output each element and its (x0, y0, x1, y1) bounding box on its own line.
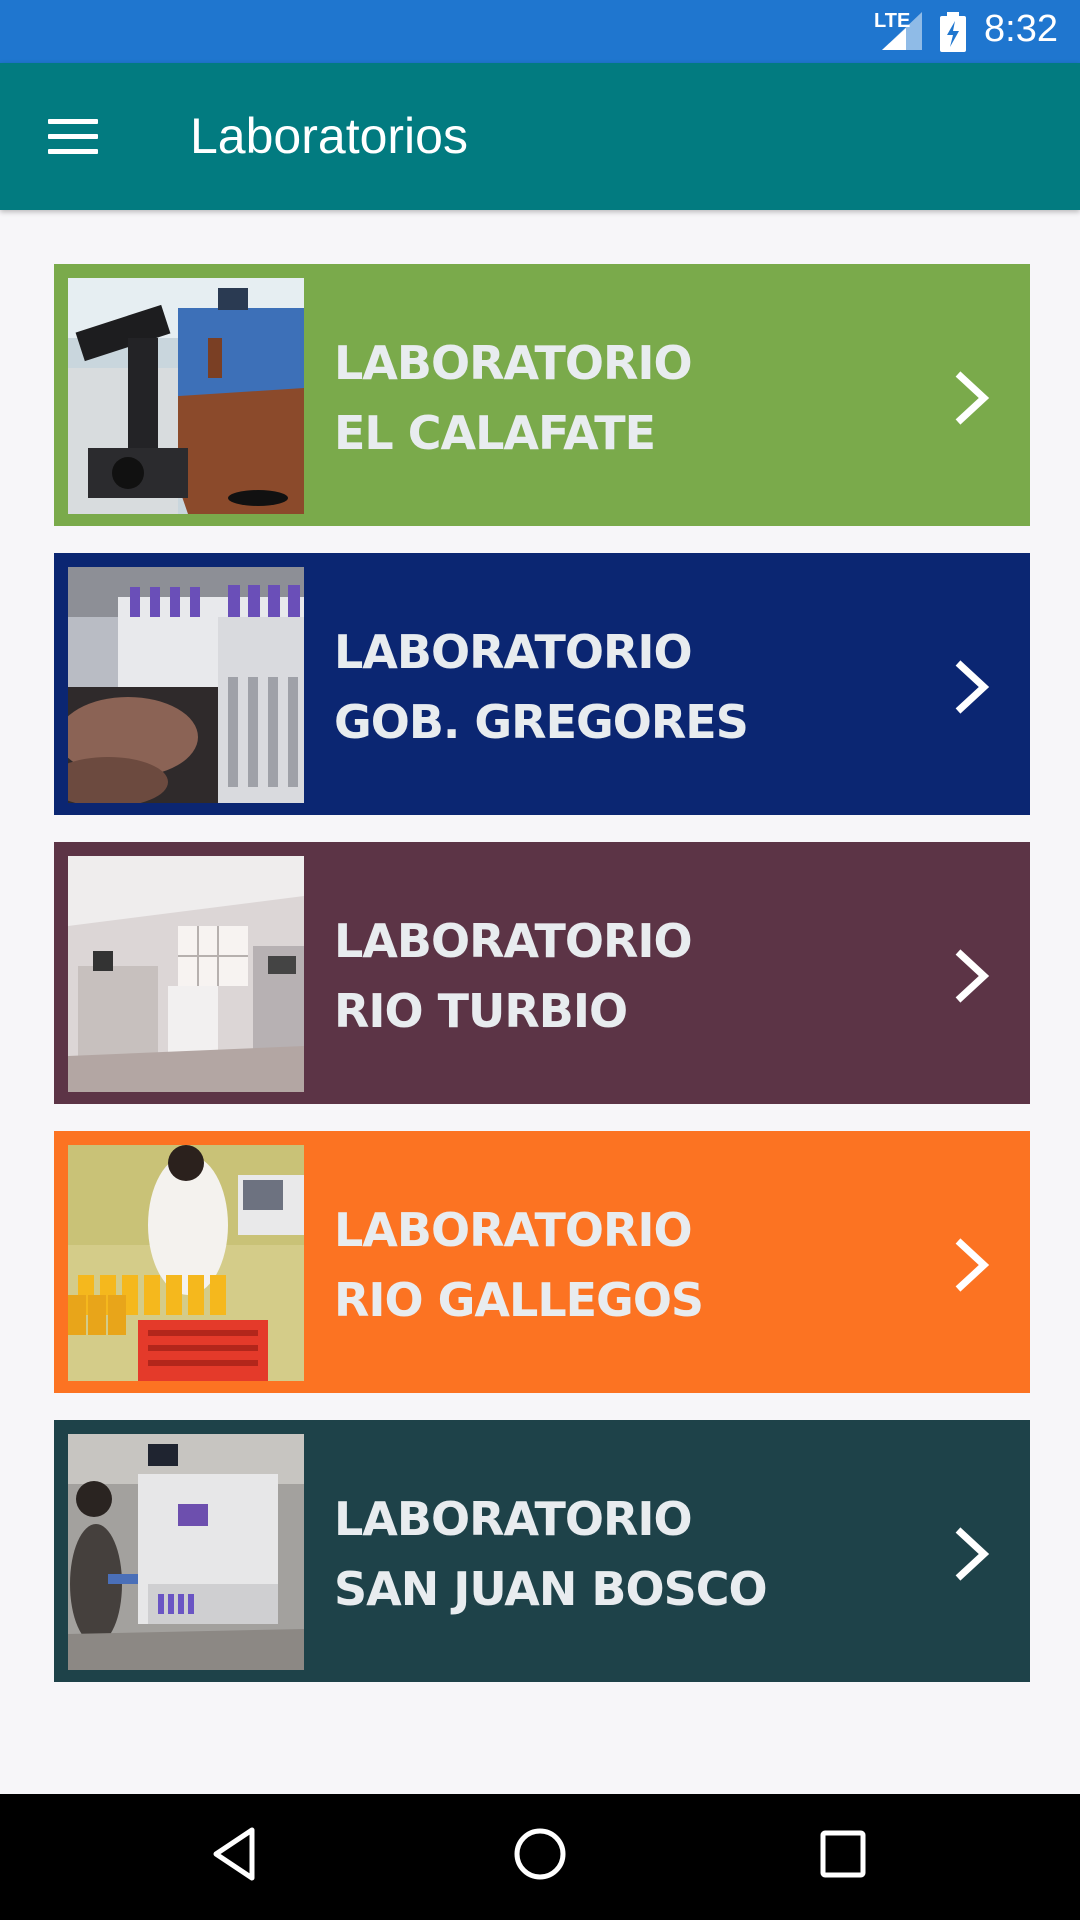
navigation-bar (0, 1794, 1080, 1920)
sample-rack-photo (68, 1145, 304, 1381)
lab-name: LABORATORIO EL CALAFATE (334, 328, 693, 468)
battery-charging-icon (940, 12, 966, 52)
chevron-right-icon (955, 1527, 990, 1581)
page-title: Laboratorios (190, 108, 468, 164)
lab-name: LABORATORIO SAN JUAN BOSCO (334, 1484, 768, 1624)
lab-name-line2: GOB. GREGORES (334, 695, 749, 749)
analyzer-machine-photo (68, 1434, 304, 1670)
hamburger-menu-icon[interactable] (48, 117, 98, 155)
lab-name-line1: LABORATORIO (334, 336, 693, 390)
lab-name-line1: LABORATORIO (334, 625, 693, 679)
lab-name-line2: EL CALAFATE (334, 406, 656, 460)
test-tubes-photo (68, 567, 304, 803)
chevron-right-icon (955, 371, 990, 425)
back-icon[interactable] (210, 1824, 260, 1884)
lab-name: LABORATORIO GOB. GREGORES (334, 617, 749, 757)
lab-name-line1: LABORATORIO (334, 1203, 693, 1257)
microscope-lab-photo (68, 278, 304, 514)
chevron-right-icon (955, 660, 990, 714)
lab-name-line2: SAN JUAN BOSCO (334, 1562, 768, 1616)
lab-card-el-calafate[interactable]: LABORATORIO EL CALAFATE (54, 264, 1030, 526)
lab-name-line1: LABORATORIO (334, 1492, 693, 1546)
signal-icon (882, 12, 922, 50)
clock: 8:32 (984, 8, 1058, 50)
lab-name-line2: RIO GALLEGOS (334, 1273, 704, 1327)
home-icon[interactable] (512, 1824, 568, 1884)
status-bar: LTE 8:32 (0, 0, 1080, 63)
recents-icon[interactable] (818, 1824, 868, 1884)
lab-list: LABORATORIO EL CALAFATE LABORATORIO GOB.… (54, 264, 1030, 1709)
lab-card-san-juan-bosco[interactable]: LABORATORIO SAN JUAN BOSCO (54, 1420, 1030, 1682)
lab-room-photo (68, 856, 304, 1092)
lab-name-line2: RIO TURBIO (334, 984, 628, 1038)
lab-card-rio-turbio[interactable]: LABORATORIO RIO TURBIO (54, 842, 1030, 1104)
lab-name: LABORATORIO RIO GALLEGOS (334, 1195, 704, 1335)
lab-name-line1: LABORATORIO (334, 914, 693, 968)
lab-card-rio-gallegos[interactable]: LABORATORIO RIO GALLEGOS (54, 1131, 1030, 1393)
chevron-right-icon (955, 949, 990, 1003)
app-bar: Laboratorios (0, 63, 1080, 210)
lab-name: LABORATORIO RIO TURBIO (334, 906, 693, 1046)
chevron-right-icon (955, 1238, 990, 1292)
lab-card-gob-gregores[interactable]: LABORATORIO GOB. GREGORES (54, 553, 1030, 815)
